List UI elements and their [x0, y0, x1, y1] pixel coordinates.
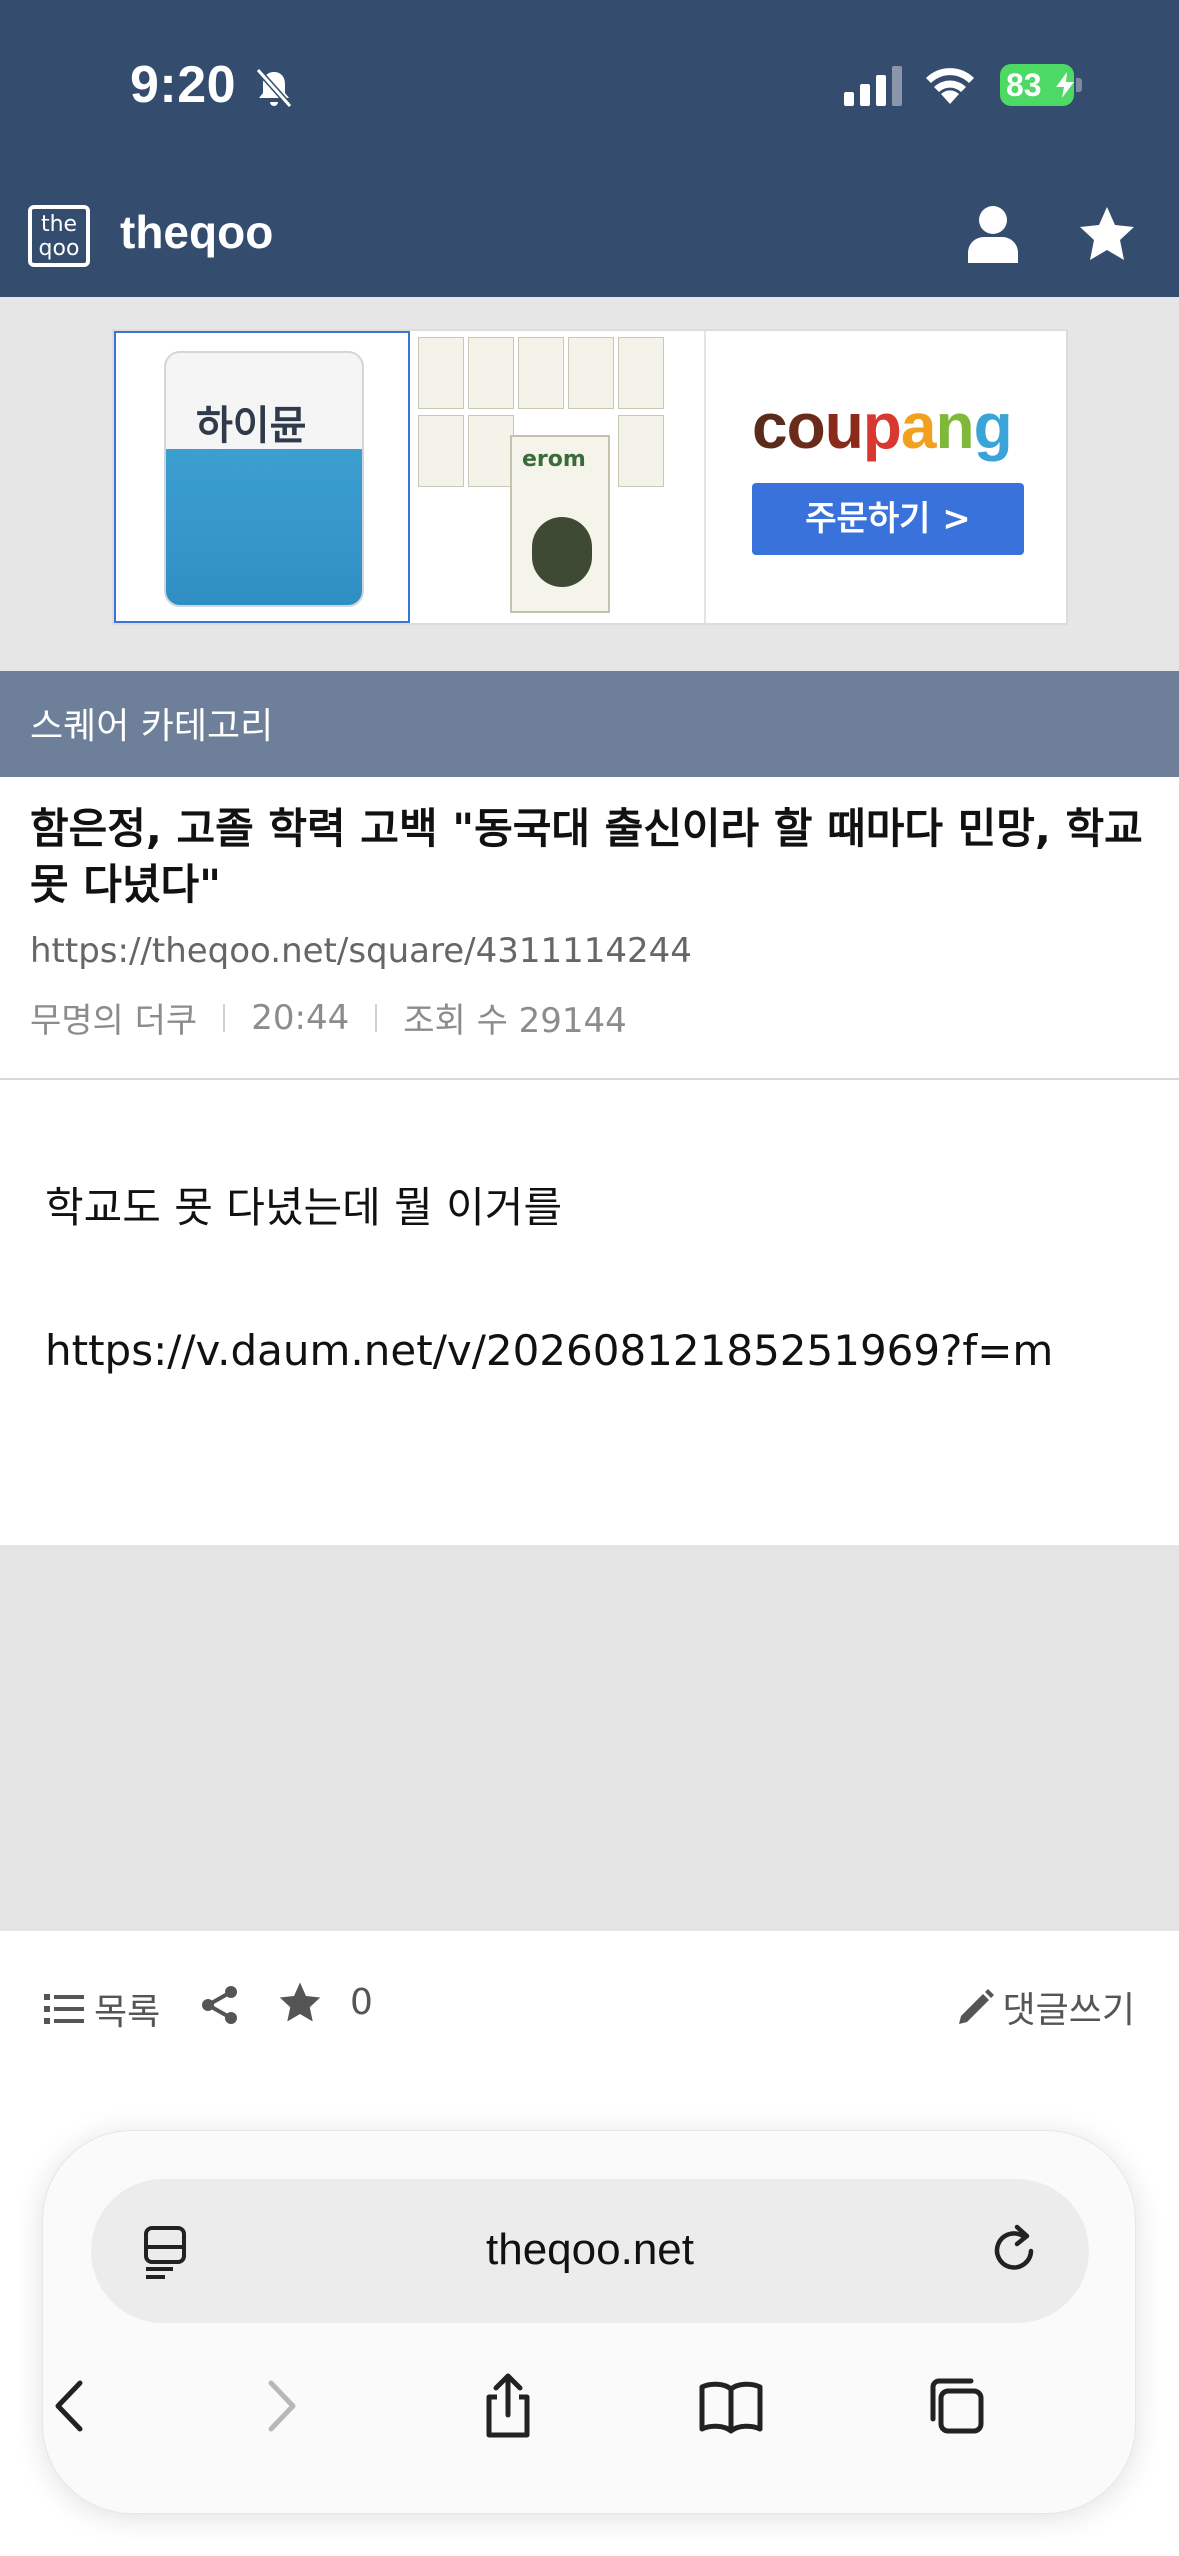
star-icon — [279, 1982, 321, 2022]
address-bar[interactable]: theqoo.net — [91, 2179, 1089, 2323]
post-body-link[interactable]: https://v.daum.net/v/20260812185251969?f… — [45, 1326, 1053, 1375]
coupang-logo: coupang — [752, 390, 1013, 462]
post-author: 무명의 더쿠 — [30, 1001, 198, 1041]
write-comment-label: 댓글쓰기 — [1002, 1990, 1135, 2031]
category-title[interactable]: 스퀘어 카테고리 — [30, 697, 273, 749]
list-icon — [44, 1994, 84, 2024]
can-sub-label: 프로틴밸런스 — [194, 449, 294, 470]
post-views: 조회 수 29144 — [403, 1001, 627, 1041]
favorites-star-icon[interactable] — [1078, 205, 1136, 263]
share-sheet-icon — [486, 2373, 530, 2438]
favorite-count: 0 — [350, 1981, 373, 2023]
list-button[interactable]: 목록 — [44, 1983, 160, 2035]
user-icon[interactable] — [966, 205, 1020, 263]
product-box — [568, 337, 614, 409]
tabs-button[interactable] — [921, 2371, 991, 2441]
product-can: 하이뮨 프로틴밸런스 — [164, 351, 364, 607]
pencil-icon — [958, 1989, 994, 2024]
post-title: 함은정, 고졸 학력 고백 "동국대 출신이라 할 때마다 민망, 학교 못 다… — [30, 804, 1143, 909]
site-logo-text: the qoo — [38, 212, 80, 261]
browser-nav-row — [43, 2371, 1137, 2451]
order-button[interactable]: 주문하기 > — [752, 483, 1024, 555]
product-box-brand: erom — [522, 447, 586, 472]
ad-product-image-2[interactable]: erom — [410, 331, 706, 623]
ad-banner[interactable]: 하이뮨 프로틴밸런스 erom coupang 주문하기 > — [112, 329, 1068, 625]
chevron-right-icon — [268, 2380, 296, 2432]
category-bar: 스퀘어 카테고리 — [0, 671, 1179, 777]
address-bar-url[interactable]: theqoo.net — [91, 2225, 1089, 2275]
charging-bolt-icon — [1056, 72, 1074, 98]
wifi-icon — [926, 68, 974, 104]
battery-indicator: 83 — [1000, 64, 1082, 106]
post-body: 학교도 못 다녔는데 뭘 이거를 https://v.daum.net/v/20… — [0, 1080, 1179, 1545]
ad-product-image-1[interactable]: 하이뮨 프로틴밸런스 — [114, 331, 410, 623]
product-box-graphic — [532, 517, 592, 587]
can-label: 하이뮨 — [196, 403, 307, 449]
status-bar: 9:20 83 — [0, 0, 1179, 175]
product-box — [618, 415, 664, 487]
chevron-left-icon — [55, 2380, 83, 2432]
site-name[interactable]: theqoo — [120, 205, 273, 259]
product-box — [618, 337, 664, 409]
product-box — [468, 415, 514, 487]
bookmarks-button[interactable] — [696, 2371, 766, 2441]
list-label: 목록 — [94, 1992, 161, 2033]
app-header: 9:20 83 the qoo theqoo — [0, 0, 1179, 297]
share-button[interactable] — [473, 2371, 543, 2441]
write-comment-button[interactable]: 댓글쓰기 — [957, 1981, 1135, 2033]
bell-off-icon — [255, 68, 293, 108]
post-url[interactable]: https://theqoo.net/square/4311114244 — [30, 931, 692, 971]
content-spacer — [0, 1545, 1179, 1931]
post-body-text: 학교도 못 다녔는데 뭘 이거를 — [45, 1183, 563, 1232]
product-box — [418, 337, 464, 409]
post-meta: 무명의 더쿠 20:44 조회 수 29144 — [30, 993, 627, 1042]
product-box — [418, 415, 464, 487]
battery-level: 83 — [1006, 67, 1042, 103]
favorite-button[interactable]: 0 — [278, 1981, 373, 2023]
post-time: 20:44 — [251, 997, 350, 1038]
status-time: 9:20 — [130, 56, 237, 114]
share-icon[interactable] — [200, 1985, 240, 2025]
product-box — [468, 337, 514, 409]
cellular-signal-icon — [844, 66, 902, 106]
battery-cap — [1076, 78, 1082, 92]
product-box — [518, 337, 564, 409]
post-header: 함은정, 고졸 학력 고백 "동국대 출신이라 할 때마다 민망, 학교 못 다… — [0, 777, 1179, 1080]
ad-cta-panel[interactable]: coupang 주문하기 > — [706, 331, 1068, 623]
site-logo[interactable]: the qoo — [28, 205, 90, 267]
meta-separator — [223, 1003, 226, 1032]
forward-button[interactable] — [243, 2371, 313, 2441]
back-button[interactable] — [38, 2371, 108, 2441]
book-icon — [699, 2381, 763, 2434]
post-action-row: 목록 0 댓글쓰기 — [0, 1931, 1179, 2081]
reload-icon[interactable] — [987, 2223, 1043, 2279]
browser-toolbar: theqoo.net — [42, 2130, 1136, 2514]
meta-separator — [375, 1003, 378, 1032]
product-box-front: erom — [510, 435, 610, 613]
ad-area: 하이뮨 프로틴밸런스 erom coupang 주문하기 > — [0, 297, 1179, 671]
tabs-icon — [930, 2378, 984, 2434]
